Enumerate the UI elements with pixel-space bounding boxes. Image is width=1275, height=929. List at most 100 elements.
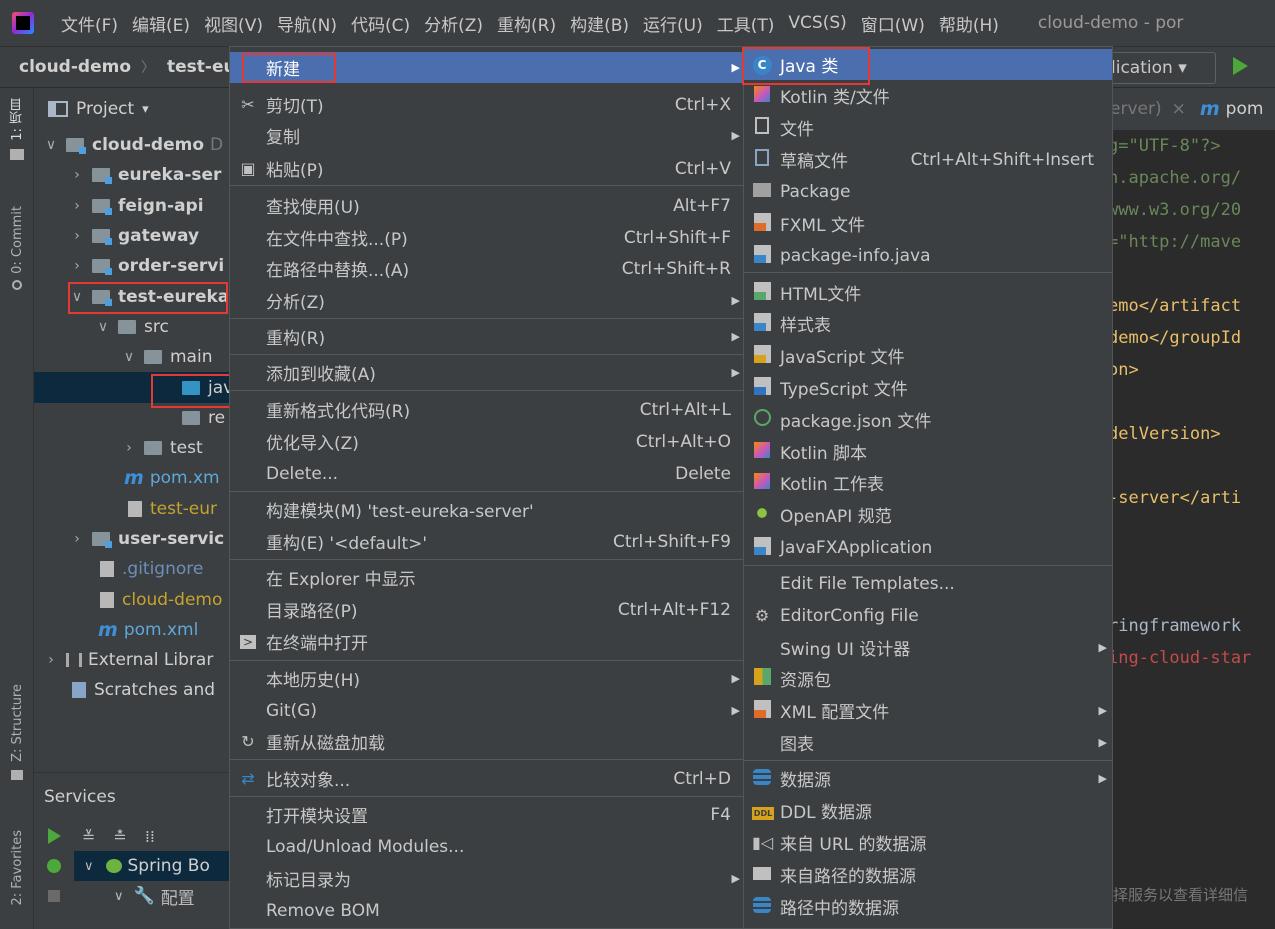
tree-item-user-service[interactable]: › user-servic: [34, 524, 234, 554]
tree-item-cloud-demo[interactable]: ∨ cloud-demo D: [34, 130, 234, 160]
services-row-config[interactable]: ∨ 🔧 配置: [34, 881, 234, 911]
tree-item-pom-xml[interactable]: m pom.xm: [34, 463, 234, 493]
submenu-item-diagram[interactable]: 图表 ▶: [744, 727, 1112, 758]
tool-tab-favorites[interactable]: 2: Favorites: [0, 830, 34, 906]
tree-item-gitignore[interactable]: .gitignore: [34, 554, 234, 584]
tree-item-external-libraries[interactable]: › External Librar: [34, 645, 234, 675]
chevron-right-icon[interactable]: ›: [44, 652, 58, 668]
tree-item-iml-file[interactable]: test-eur: [34, 494, 234, 524]
expand-all-icon[interactable]: ≚: [82, 827, 95, 846]
submenu-item-typescript[interactable]: TypeScript 文件: [744, 372, 1112, 403]
menu-file[interactable]: 文件(F): [54, 11, 125, 36]
menu-edit[interactable]: 编辑(E): [125, 11, 197, 36]
menu-item-show-in-explorer[interactable]: 在 Explorer 中显示: [230, 562, 745, 593]
submenu-item-package[interactable]: Package: [744, 176, 1112, 207]
editor-tab-label[interactable]: pom: [1226, 99, 1264, 119]
menu-item-find-in-files[interactable]: 在文件中查找...(P) Ctrl+Shift+F: [230, 222, 745, 253]
menu-navigate[interactable]: 导航(N): [270, 11, 344, 36]
submenu-item-javafx[interactable]: JavaFXApplication: [744, 532, 1112, 563]
menu-refactor[interactable]: 重构(R): [490, 11, 563, 36]
chevron-down-icon[interactable]: ∨: [114, 889, 124, 904]
code-lines[interactable]: g="UTF-8"?> n.apache.org/ www.w3.org/20 …: [1098, 130, 1275, 674]
menu-tools[interactable]: 工具(T): [710, 11, 782, 36]
menu-item-cut[interactable]: ✂ 剪切(T) Ctrl+X: [230, 89, 745, 120]
submenu-item-kotlin-class[interactable]: Kotlin 类/文件: [744, 80, 1112, 111]
chevron-right-icon[interactable]: ›: [122, 440, 136, 456]
tool-tab-project[interactable]: 1: 项目: [0, 98, 34, 160]
breadcrumb-cloud-demo[interactable]: cloud-demo: [0, 57, 131, 77]
submenu-item-java-class[interactable]: C Java 类: [744, 49, 1112, 80]
submenu-item-fxml[interactable]: FXML 文件: [744, 208, 1112, 239]
menu-item-open-in-terminal[interactable]: > 在终端中打开: [230, 626, 745, 657]
tree-item-order-service[interactable]: › order-servi: [34, 251, 234, 281]
menu-analyze[interactable]: 分析(Z): [417, 11, 490, 36]
chevron-right-icon[interactable]: ›: [70, 258, 84, 274]
menu-item-delete[interactable]: Delete... Delete: [230, 458, 745, 489]
submenu-item-path-datasource[interactable]: 来自路径的数据源: [744, 859, 1112, 890]
project-view-selector[interactable]: Project ▾: [34, 88, 234, 130]
chevron-down-icon[interactable]: ∨: [96, 319, 110, 335]
menu-item-load-unload-modules[interactable]: Load/Unload Modules...: [230, 831, 745, 862]
menu-item-add-to-favorites[interactable]: 添加到收藏(A) ▶: [230, 357, 745, 388]
submenu-item-xml-config[interactable]: XML 配置文件 ▶: [744, 695, 1112, 726]
menu-run[interactable]: 运行(U): [636, 11, 710, 36]
menu-code[interactable]: 代码(C): [344, 11, 417, 36]
tool-tab-commit[interactable]: 0: Commit: [0, 206, 34, 290]
stop-icon[interactable]: [48, 890, 60, 902]
submenu-item-swing-ui[interactable]: Swing UI 设计器 ▶: [744, 632, 1112, 663]
chevron-down-icon[interactable]: ∨: [70, 289, 84, 305]
submenu-item-stylesheet[interactable]: 样式表: [744, 308, 1112, 339]
submenu-item-resource-bundle[interactable]: 资源包: [744, 663, 1112, 694]
tree-item-test[interactable]: › test: [34, 433, 234, 463]
tree-item-eureka-server[interactable]: › eureka-ser: [34, 160, 234, 190]
group-icon[interactable]: ⁞⁞: [145, 827, 155, 846]
chevron-right-icon[interactable]: ›: [70, 198, 84, 214]
chevron-right-icon[interactable]: ›: [70, 531, 84, 547]
menu-item-directory-path[interactable]: 目录路径(P) Ctrl+Alt+F12: [230, 594, 745, 625]
submenu-item-datasource[interactable]: 数据源 ▶: [744, 763, 1112, 794]
menu-item-new[interactable]: 新建 ▶: [230, 52, 745, 83]
submenu-item-url-datasource[interactable]: ▮◁ 来自 URL 的数据源: [744, 827, 1112, 858]
close-icon[interactable]: ×: [1172, 99, 1186, 119]
menu-window[interactable]: 窗口(W): [854, 11, 932, 36]
menu-item-git[interactable]: Git(G) ▶: [230, 695, 745, 726]
menu-build[interactable]: 构建(B): [563, 11, 636, 36]
tree-item-gateway[interactable]: › gateway: [34, 221, 234, 251]
menu-item-compare-with[interactable]: ⇄ 比较对象... Ctrl+D: [230, 763, 745, 794]
menu-item-mark-directory-as[interactable]: 标记目录为 ▶: [230, 863, 745, 894]
chevron-right-icon[interactable]: ›: [70, 228, 84, 244]
menu-item-analyze[interactable]: 分析(Z) ▶: [230, 285, 745, 316]
submenu-item-file[interactable]: 文件: [744, 112, 1112, 143]
menu-item-replace-in-path[interactable]: 在路径中替换...(A) Ctrl+Shift+R: [230, 253, 745, 284]
menu-item-refactor[interactable]: 重构(R) ▶: [230, 321, 745, 352]
menu-item-remove-bom[interactable]: Remove BOM: [230, 895, 745, 926]
tree-item-src[interactable]: ∨ src: [34, 312, 234, 342]
collapse-all-icon[interactable]: ≛: [113, 827, 126, 846]
tool-tab-structure[interactable]: Z: Structure: [0, 684, 34, 780]
tree-item-scratches[interactable]: Scratches and: [34, 675, 234, 705]
submenu-item-javascript[interactable]: JavaScript 文件: [744, 340, 1112, 371]
submenu-item-package-info[interactable]: package-info.java: [744, 240, 1112, 271]
tree-item-main[interactable]: ∨ main: [34, 342, 234, 372]
tree-item-feign-api[interactable]: › feign-api: [34, 191, 234, 221]
tree-item-test-eureka[interactable]: ∨ test-eureka: [34, 281, 234, 311]
menu-item-reformat-code[interactable]: 重新格式化代码(R) Ctrl+Alt+L: [230, 394, 745, 425]
submenu-item-html[interactable]: HTML文件: [744, 277, 1112, 308]
submenu-item-package-json[interactable]: package.json 文件: [744, 404, 1112, 435]
chevron-down-icon[interactable]: ∨: [84, 859, 94, 874]
menu-item-find-usages[interactable]: 查找使用(U) Alt+F7: [230, 190, 745, 221]
chevron-down-icon[interactable]: ∨: [122, 349, 136, 365]
submenu-item-editorconfig[interactable]: ⚙ EditorConfig File: [744, 600, 1112, 631]
menu-item-copy[interactable]: 复制 ▶: [230, 120, 745, 151]
run-configuration-select[interactable]: lication ▾: [1098, 52, 1216, 84]
chevron-right-icon[interactable]: ›: [70, 167, 84, 183]
menu-view[interactable]: 视图(V): [197, 11, 270, 36]
submenu-item-scratch-file[interactable]: 草稿文件 Ctrl+Alt+Shift+Insert: [744, 144, 1112, 175]
menu-item-reload-from-disk[interactable]: ↻ 重新从磁盘加载: [230, 726, 745, 757]
chevron-down-icon[interactable]: ∨: [44, 137, 58, 153]
submenu-item-kotlin-script[interactable]: Kotlin 脚本: [744, 436, 1112, 467]
run-icon[interactable]: [47, 828, 61, 844]
menu-item-rebuild[interactable]: 重构(E) '<default>' Ctrl+Shift+F9: [230, 526, 745, 557]
services-row-spring-boot[interactable]: ∨ Spring Bo: [34, 851, 234, 881]
menu-item-local-history[interactable]: 本地历史(H) ▶: [230, 663, 745, 694]
